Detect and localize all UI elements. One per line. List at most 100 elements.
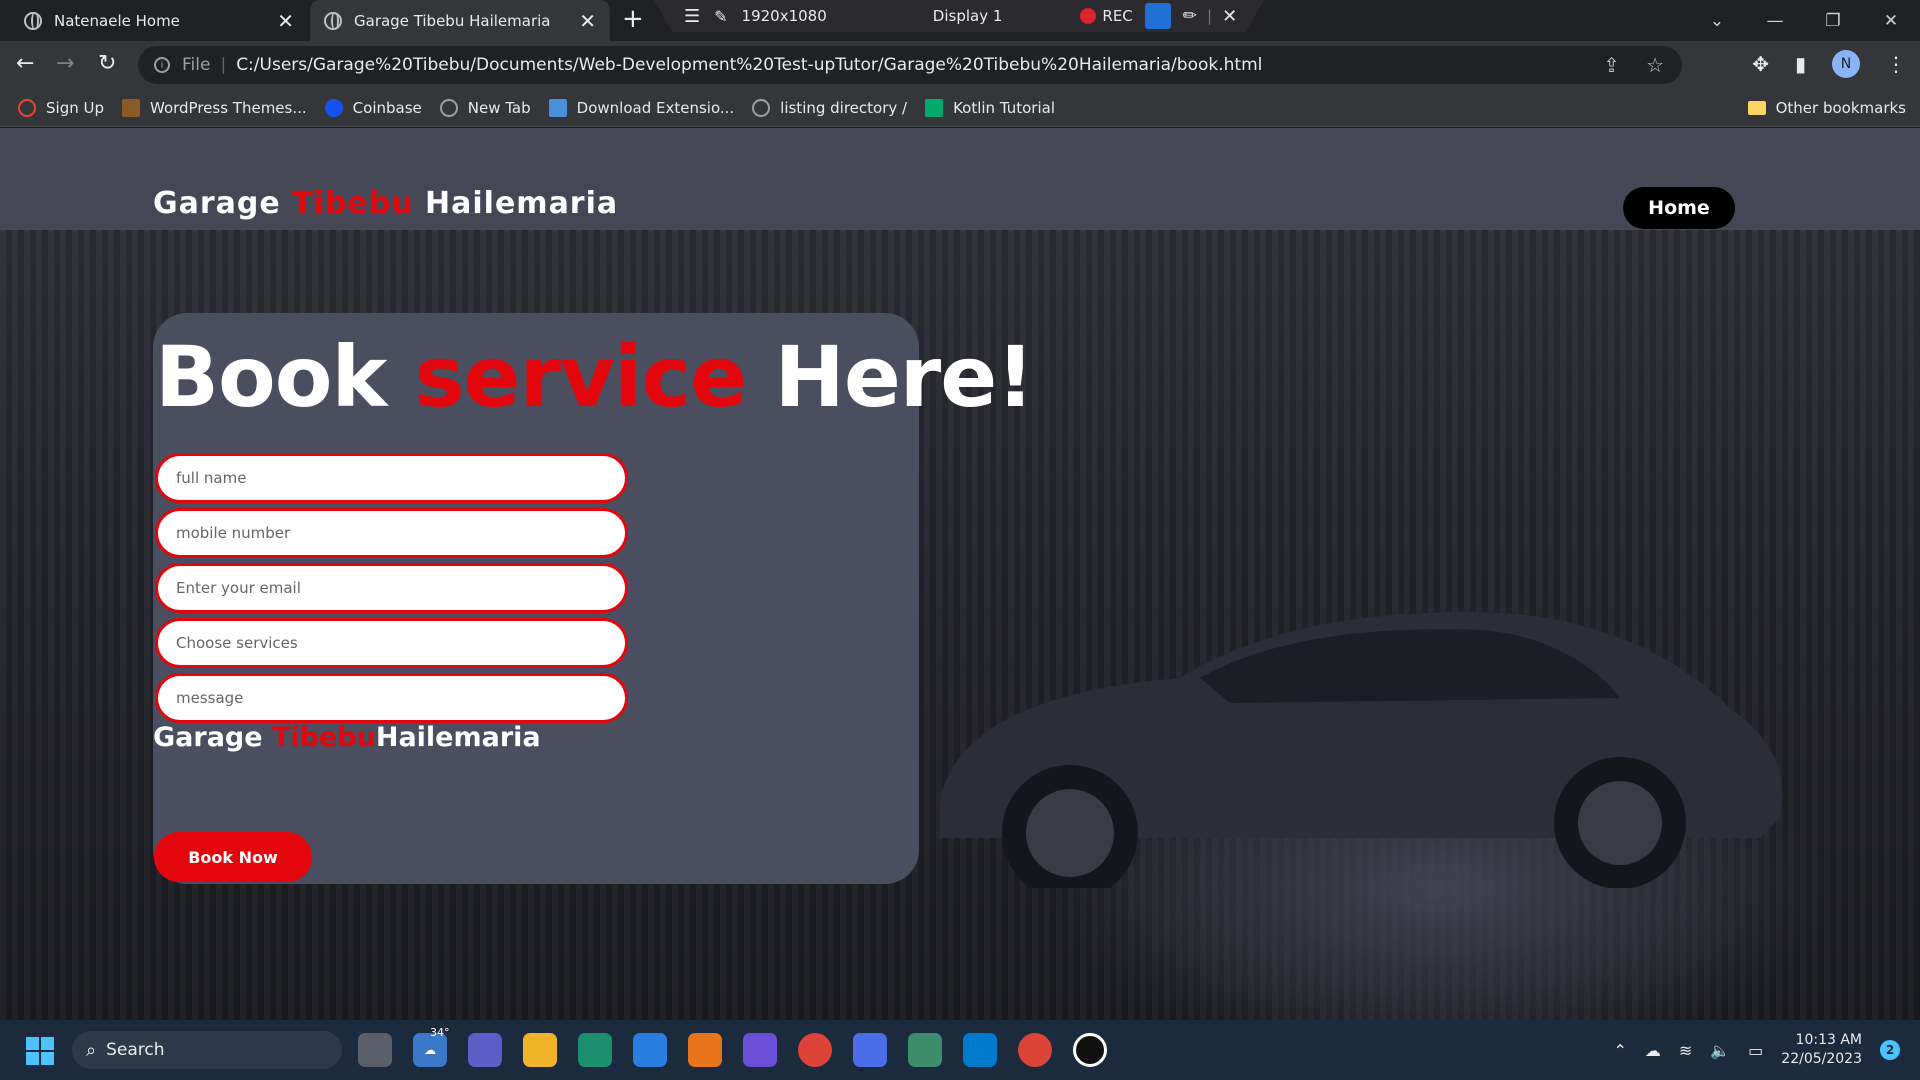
info-icon[interactable]: i xyxy=(154,57,170,73)
tab-title: Natenaele Home xyxy=(54,11,180,30)
close-icon[interactable]: ✕ xyxy=(1222,6,1237,27)
chrome-profile-icon[interactable] xyxy=(1018,1033,1052,1067)
new-tab-button[interactable]: + xyxy=(622,4,644,34)
bookmark-item[interactable]: Sign Up xyxy=(18,98,104,117)
back-icon[interactable]: ← xyxy=(16,51,34,76)
recorder-resolution: 1920x1080 xyxy=(741,7,827,25)
home-button[interactable]: Home xyxy=(1623,187,1735,229)
task-view-icon[interactable] xyxy=(358,1033,392,1067)
other-bookmarks[interactable]: Other bookmarks xyxy=(1747,99,1906,117)
services-input[interactable] xyxy=(155,618,628,668)
side-panel-icon[interactable]: ▮ xyxy=(1795,52,1806,76)
brand-text: Garage xyxy=(153,722,272,753)
taskbar-search[interactable]: ⌕ Search xyxy=(72,1031,342,1069)
close-icon[interactable]: ✕ xyxy=(579,9,596,33)
windows-start-icon[interactable] xyxy=(26,1037,54,1065)
bookmark-item[interactable]: WordPress Themes... xyxy=(122,98,307,117)
avatar[interactable]: N xyxy=(1832,50,1860,78)
tab-bar: Natenaele Home ✕ Garage Tibebu Hailemari… xyxy=(0,0,1920,41)
bookmark-icon xyxy=(122,98,140,117)
page-title: Book service Here! xyxy=(155,328,1035,426)
pencil-icon[interactable]: ✏ xyxy=(1183,6,1197,26)
vscode-icon[interactable] xyxy=(963,1033,997,1067)
reload-icon[interactable]: ↻ xyxy=(98,51,116,76)
brand-text: Hailemaria xyxy=(375,722,541,753)
screen: Natenaele Home ✕ Garage Tibebu Hailemari… xyxy=(0,0,1920,1080)
bookmark-label: New Tab xyxy=(467,98,531,117)
email-input[interactable] xyxy=(155,563,628,613)
bookmark-item[interactable]: Kotlin Tutorial xyxy=(925,98,1055,117)
message-input[interactable] xyxy=(155,673,628,723)
close-icon[interactable]: ✕ xyxy=(277,9,294,33)
tab-garage-tibebu[interactable]: Garage Tibebu Hailemaria ✕ xyxy=(310,0,610,41)
bookmark-label: WordPress Themes... xyxy=(150,98,307,117)
cloud-icon[interactable]: ☁ xyxy=(1645,1041,1661,1060)
clock[interactable]: 10:13 AM 22/05/2023 xyxy=(1781,1031,1862,1069)
volume-icon[interactable]: 🔈 xyxy=(1710,1041,1730,1060)
toolbar-actions: ✥ ▮ N ⋮ xyxy=(1752,50,1906,78)
tab-natenaele-home[interactable]: Natenaele Home ✕ xyxy=(10,0,308,41)
bookmark-item[interactable]: Download Extensio... xyxy=(548,98,735,117)
bookmark-icon xyxy=(324,98,343,117)
chevron-down-icon[interactable]: ⌄ xyxy=(1688,11,1746,31)
bookmark-label: Kotlin Tutorial xyxy=(953,98,1055,117)
copilot-icon[interactable] xyxy=(853,1033,887,1067)
notification-badge[interactable]: 2 xyxy=(1880,1040,1900,1060)
edge-icon[interactable] xyxy=(578,1033,612,1067)
globe-icon xyxy=(324,11,342,30)
obs-record-icon[interactable] xyxy=(1073,1033,1107,1067)
store-icon[interactable] xyxy=(633,1033,667,1067)
bookmark-label: Sign Up xyxy=(46,98,104,117)
mobile-number-input[interactable] xyxy=(155,508,628,558)
chevron-up-icon[interactable]: ⌃ xyxy=(1613,1041,1626,1060)
bookmark-item[interactable]: listing directory / xyxy=(752,98,907,117)
record-icon xyxy=(1080,8,1097,24)
bookmark-label: Coinbase xyxy=(352,98,422,117)
vlc-icon[interactable] xyxy=(688,1033,722,1067)
omnibox-actions: ⇪ ☆ xyxy=(1603,53,1664,77)
car-image xyxy=(940,612,1783,888)
folder-icon xyxy=(1747,100,1766,115)
recorder-bar: ☰ ✎ 1920x1080 Display 1 REC ✏ | ✕ xyxy=(654,0,1264,32)
maximize-icon[interactable]: ❐ xyxy=(1804,11,1862,31)
address-bar[interactable]: i File | C:/Users/Garage%20Tibebu/Docume… xyxy=(138,46,1682,84)
wifi-icon[interactable]: ≋ xyxy=(1679,1041,1692,1060)
bookmark-item[interactable]: Coinbase xyxy=(324,98,422,117)
power-automate-icon[interactable] xyxy=(743,1033,777,1067)
site-logo[interactable]: Garage Tibebu Hailemaria xyxy=(153,186,618,221)
bookmark-label: Download Extensio... xyxy=(576,98,735,117)
region-select-icon[interactable] xyxy=(1144,3,1171,29)
brand-text: Hailemaria xyxy=(413,186,619,221)
bookmark-item[interactable]: New Tab xyxy=(439,98,531,117)
chatgpt-icon[interactable] xyxy=(908,1033,942,1067)
teams-icon[interactable] xyxy=(468,1033,502,1067)
share-icon[interactable]: ⇪ xyxy=(1603,53,1620,77)
clock-time: 10:13 AM xyxy=(1795,1032,1862,1048)
pin-icon[interactable]: ✎ xyxy=(714,7,727,26)
taskbar-apps: ☁ xyxy=(358,1033,1107,1067)
brand-text: Garage xyxy=(153,186,293,221)
divider: | xyxy=(1207,7,1213,25)
recorder-rec-label[interactable]: REC xyxy=(1102,7,1132,25)
headline-accent-text: service xyxy=(414,328,748,426)
more-icon[interactable]: ⋮ xyxy=(1886,52,1906,76)
headline-text: Here! xyxy=(746,328,1035,426)
book-now-button[interactable]: Book Now xyxy=(154,832,312,882)
battery-icon[interactable]: ▭ xyxy=(1748,1041,1763,1060)
file-explorer-icon[interactable] xyxy=(523,1033,557,1067)
tab-title: Garage Tibebu Hailemaria xyxy=(354,11,551,30)
full-name-input[interactable] xyxy=(155,453,628,503)
system-tray: ⌃ ☁ ≋ 🔈 ▭ 10:13 AM 22/05/2023 2 xyxy=(1613,1020,1900,1080)
recorder-display[interactable]: Display 1 xyxy=(933,7,1003,25)
close-window-icon[interactable]: ✕ xyxy=(1862,11,1920,31)
extensions-icon[interactable]: ✥ xyxy=(1752,52,1769,76)
minimize-icon[interactable]: — xyxy=(1746,11,1804,31)
chrome-icon[interactable] xyxy=(798,1033,832,1067)
url-text[interactable]: C:/Users/Garage%20Tibebu/Documents/Web-D… xyxy=(236,55,1262,75)
clock-date: 22/05/2023 xyxy=(1781,1051,1862,1067)
star-icon[interactable]: ☆ xyxy=(1646,53,1664,77)
bookmark-icon xyxy=(18,98,36,117)
globe-icon xyxy=(752,98,771,117)
forward-icon[interactable]: → xyxy=(56,51,74,76)
menu-icon[interactable]: ☰ xyxy=(684,6,700,27)
